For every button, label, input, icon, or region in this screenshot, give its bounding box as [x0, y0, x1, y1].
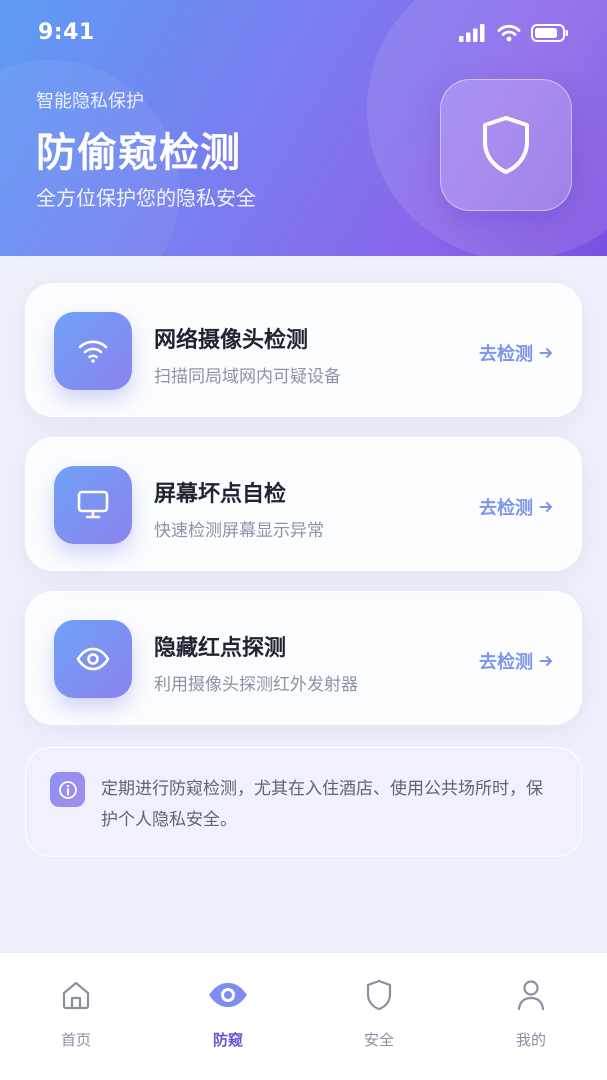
- status-bar: 9:41: [0, 0, 607, 70]
- header-description: 全方位保护您的隐私安全: [36, 186, 256, 210]
- detect-button[interactable]: 去检测: [479, 340, 553, 366]
- card-description: 扫描同局域网内可疑设备: [154, 367, 341, 387]
- status-icons: [459, 24, 569, 42]
- eye-icon: [209, 983, 247, 1007]
- card-title: 屏幕坏点自检: [154, 482, 287, 507]
- status-time: 9:41: [38, 20, 95, 45]
- header-banner: 9:41 智能隐私保护 防偷窥检测 全方位保护您的隐私安全: [0, 0, 607, 256]
- card-title: 网络摄像头检测: [154, 328, 309, 353]
- detect-button-label: 去检测: [479, 498, 533, 519]
- eye-icon: [76, 647, 110, 671]
- detect-button[interactable]: 去检测: [479, 494, 553, 520]
- notice-text: 定期进行防窥检测，尤其在入住酒店、使用公共场所时，保护个人隐私安全。: [101, 779, 543, 830]
- card-description: 快速检测屏幕显示异常: [154, 521, 324, 541]
- detect-button-label: 去检测: [479, 344, 533, 365]
- tab-security[interactable]: 安全: [329, 975, 429, 1050]
- tab-anti-peep[interactable]: 防窥: [178, 975, 278, 1050]
- shield-icon: [366, 979, 392, 1011]
- info-icon-box: [50, 772, 85, 807]
- bottom-tab-bar: 首页 防窥 安全 我的: [0, 952, 607, 1080]
- tab-home[interactable]: 首页: [26, 975, 126, 1050]
- hero-shield-badge: [440, 79, 572, 211]
- info-icon: [58, 780, 77, 799]
- arrow-right-icon: [539, 502, 552, 512]
- arrow-right-icon: [539, 656, 552, 666]
- card-icon-box: [54, 312, 132, 390]
- tab-label: 防窥: [212, 1031, 243, 1049]
- tab-label: 安全: [363, 1031, 394, 1049]
- card-description: 利用摄像头探测红外发射器: [154, 675, 358, 695]
- arrow-right-icon: [539, 348, 552, 358]
- monitor-icon: [77, 490, 109, 519]
- detect-button[interactable]: 去检测: [479, 648, 553, 674]
- wifi-icon: [78, 340, 108, 363]
- card-icon-box: [54, 620, 132, 698]
- shield-icon: [483, 116, 529, 174]
- card-title: 隐藏红点探测: [154, 636, 287, 661]
- home-icon: [62, 981, 90, 1010]
- page-title: 防偷窥检测: [36, 130, 241, 176]
- user-icon: [517, 980, 545, 1011]
- privacy-tip-notice: 定期进行防窥检测，尤其在入住酒店、使用公共场所时，保护个人隐私安全。: [25, 747, 582, 857]
- header-subtitle: 智能隐私保护: [36, 91, 144, 112]
- detect-button-label: 去检测: [479, 652, 533, 673]
- card-screen-check[interactable]: 屏幕坏点自检 快速检测屏幕显示异常 去检测: [25, 437, 582, 571]
- wifi-status-icon: [497, 24, 521, 42]
- signal-icon: [459, 24, 485, 42]
- card-network-camera[interactable]: 网络摄像头检测 扫描同局域网内可疑设备 去检测: [25, 283, 582, 417]
- tab-label: 我的: [515, 1031, 546, 1049]
- battery-icon: [531, 24, 568, 42]
- tab-profile[interactable]: 我的: [481, 975, 581, 1050]
- card-infrared-detect[interactable]: 隐藏红点探测 利用摄像头探测红外发射器 去检测: [25, 591, 582, 725]
- tab-label: 首页: [60, 1031, 91, 1049]
- card-icon-box: [54, 466, 132, 544]
